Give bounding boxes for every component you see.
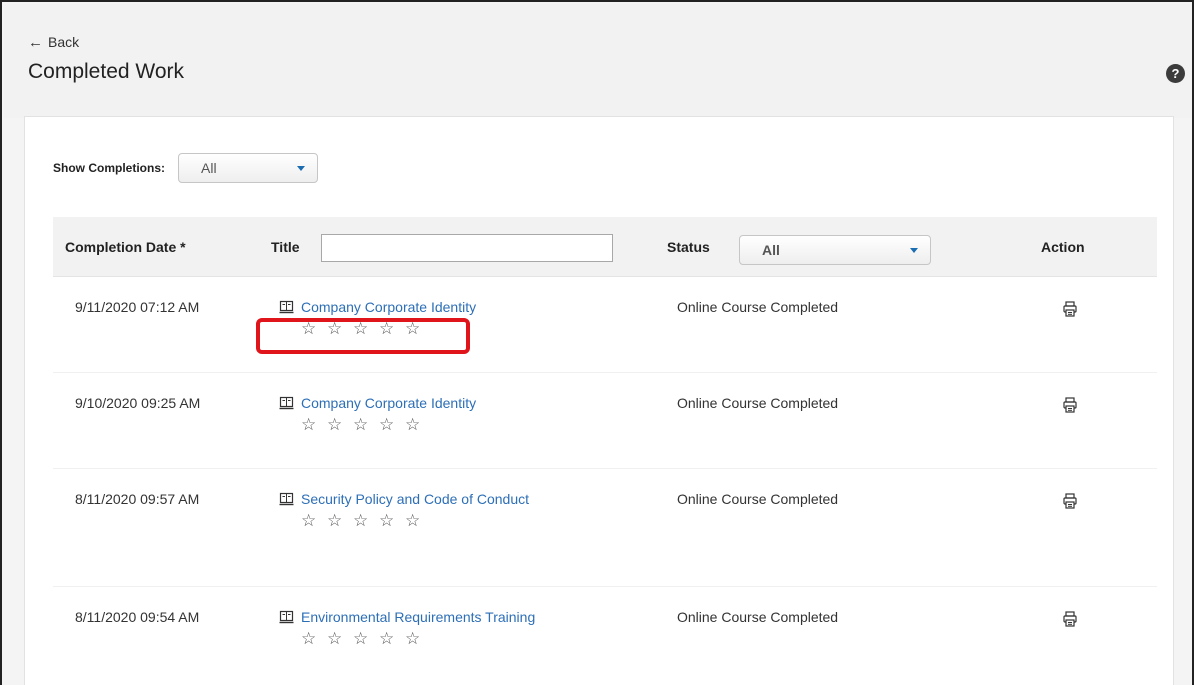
status-filter-value: All — [762, 242, 780, 258]
table-header: Completion Date * Title Status All Actio… — [53, 217, 1157, 277]
star-outline-icon[interactable]: ☆ — [405, 511, 431, 531]
star-outline-icon[interactable]: ☆ — [327, 511, 353, 531]
completed-work-card: Show Completions: All Completion Date * … — [24, 116, 1174, 685]
completion-date: 9/10/2020 09:25 AM — [75, 395, 201, 411]
completion-status: Online Course Completed — [677, 299, 839, 315]
back-label: Back — [48, 34, 80, 50]
title-block: Company Corporate Identity ☆ ☆ ☆ ☆ ☆ — [301, 299, 541, 339]
column-header-status: Status — [667, 239, 710, 255]
title-filter-input[interactable] — [321, 234, 613, 262]
online-course-icon — [279, 610, 301, 649]
star-rating[interactable]: ☆ ☆ ☆ ☆ ☆ — [301, 319, 541, 339]
completion-status: Online Course Completed — [677, 491, 839, 507]
course-title-link[interactable]: Environmental Requirements Training — [301, 609, 541, 626]
show-completions-value: All — [201, 160, 217, 176]
course-title-link[interactable]: Security Policy and Code of Conduct — [301, 491, 541, 508]
title-block: Security Policy and Code of Conduct ☆ ☆ ☆ ☆… — [301, 491, 541, 531]
star-outline-icon[interactable]: ☆ — [353, 415, 379, 435]
star-outline-icon[interactable]: ☆ — [353, 629, 379, 649]
star-outline-icon[interactable]: ☆ — [301, 319, 327, 339]
show-completions-select[interactable]: All — [178, 153, 318, 183]
title-cell: Environmental Requirements Training ☆ ☆ ☆ ☆… — [279, 609, 559, 649]
completions-table: Completion Date * Title Status All Actio… — [53, 217, 1157, 685]
star-outline-icon[interactable]: ☆ — [301, 511, 327, 531]
star-rating[interactable]: ☆ ☆ ☆ ☆ ☆ — [301, 629, 541, 649]
column-header-title: Title — [271, 239, 300, 255]
completion-date: 8/11/2020 09:54 AM — [75, 609, 200, 625]
table-row: 8/11/2020 09:54 AM Environmental Require… — [53, 587, 1157, 685]
status-filter-select[interactable]: All — [739, 235, 931, 265]
column-header-completion-date[interactable]: Completion Date * — [65, 217, 186, 277]
help-icon[interactable]: ? — [1166, 64, 1185, 83]
star-outline-icon[interactable]: ☆ — [405, 319, 431, 339]
star-rating[interactable]: ☆ ☆ ☆ ☆ ☆ — [301, 511, 541, 531]
chevron-down-icon — [910, 247, 918, 253]
table-row: 9/10/2020 09:25 AM Company Corporate Ide… — [53, 373, 1157, 469]
print-icon[interactable] — [1063, 611, 1077, 632]
page-title: Completed Work — [28, 60, 185, 83]
chevron-down-icon — [297, 165, 305, 171]
star-outline-icon[interactable]: ☆ — [327, 629, 353, 649]
star-outline-icon[interactable]: ☆ — [379, 319, 405, 339]
star-outline-icon[interactable]: ☆ — [327, 319, 353, 339]
print-icon[interactable] — [1063, 493, 1077, 514]
course-title-link[interactable]: Company Corporate Identity — [301, 395, 541, 412]
star-outline-icon[interactable]: ☆ — [379, 415, 405, 435]
title-cell: Security Policy and Code of Conduct ☆ ☆ ☆ ☆… — [279, 491, 559, 531]
table-row: 8/11/2020 09:57 AM Security Policy and C… — [53, 469, 1157, 587]
title-cell: Company Corporate Identity ☆ ☆ ☆ ☆ ☆ — [279, 395, 559, 435]
star-outline-icon[interactable]: ☆ — [301, 415, 327, 435]
print-icon[interactable] — [1063, 397, 1077, 418]
star-outline-icon[interactable]: ☆ — [405, 415, 431, 435]
star-outline-icon[interactable]: ☆ — [353, 511, 379, 531]
table-row: 9/11/2020 07:12 AM Company Corporate Ide… — [53, 277, 1157, 373]
show-completions-filter: Show Completions: All — [53, 153, 318, 183]
star-outline-icon[interactable]: ☆ — [327, 415, 353, 435]
table-body: 9/11/2020 07:12 AM Company Corporate Ide… — [53, 277, 1157, 685]
page-header: ← Back Completed Work ? — [4, 4, 1192, 118]
title-block: Company Corporate Identity ☆ ☆ ☆ ☆ ☆ — [301, 395, 541, 435]
online-course-icon — [279, 396, 301, 435]
title-cell: Company Corporate Identity ☆ ☆ ☆ ☆ ☆ — [279, 299, 559, 339]
completion-date: 8/11/2020 09:57 AM — [75, 491, 200, 507]
print-icon[interactable] — [1063, 301, 1077, 322]
column-header-action: Action — [1041, 239, 1085, 255]
online-course-icon — [279, 492, 301, 531]
completion-date: 9/11/2020 07:12 AM — [75, 299, 200, 315]
star-outline-icon[interactable]: ☆ — [379, 629, 405, 649]
completion-status: Online Course Completed — [677, 609, 839, 625]
star-outline-icon[interactable]: ☆ — [379, 511, 405, 531]
star-rating[interactable]: ☆ ☆ ☆ ☆ ☆ — [301, 415, 541, 435]
course-title-link[interactable]: Company Corporate Identity — [301, 299, 541, 316]
star-outline-icon[interactable]: ☆ — [353, 319, 379, 339]
star-outline-icon[interactable]: ☆ — [405, 629, 431, 649]
show-completions-label: Show Completions: — [53, 161, 165, 175]
arrow-left-icon: ← — [28, 33, 43, 51]
back-link[interactable]: ← Back — [28, 34, 79, 50]
star-outline-icon[interactable]: ☆ — [301, 629, 327, 649]
online-course-icon — [279, 300, 301, 339]
completion-status: Online Course Completed — [677, 395, 839, 411]
title-block: Environmental Requirements Training ☆ ☆ ☆ ☆… — [301, 609, 541, 649]
